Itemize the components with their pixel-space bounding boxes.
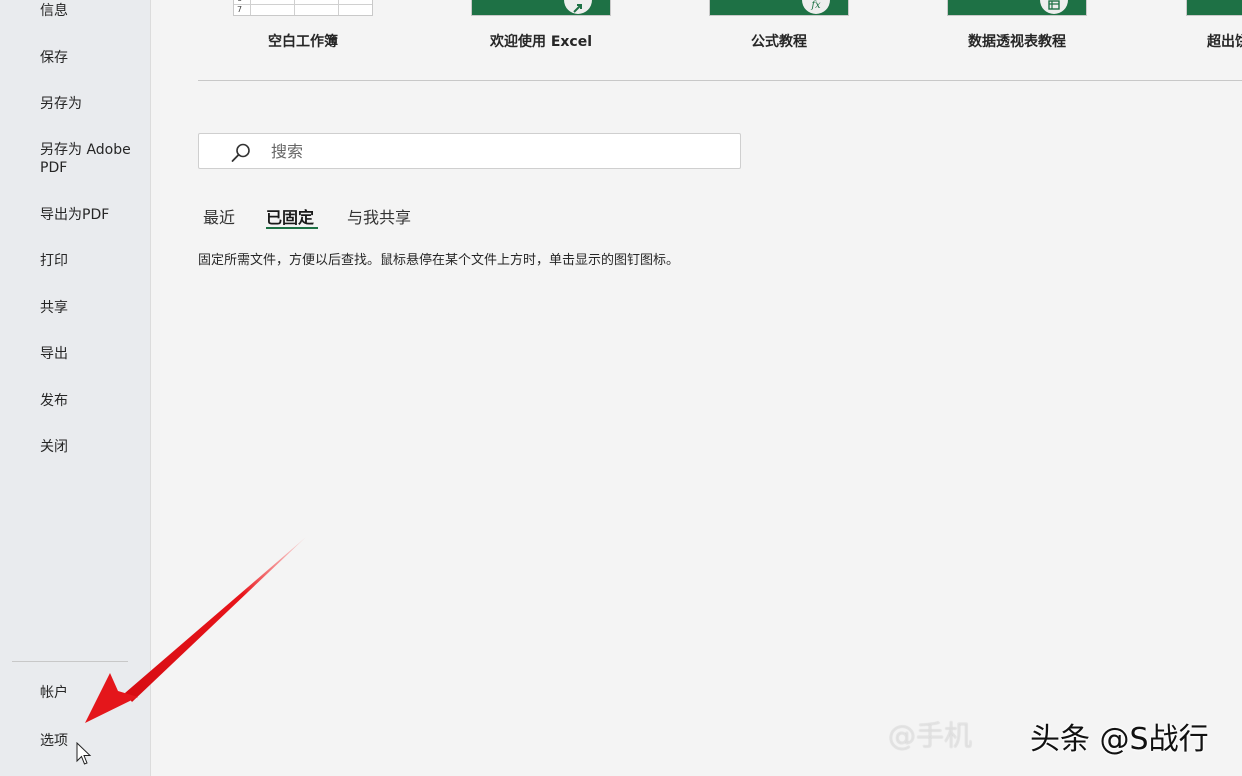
active-tab-indicator [266,227,318,229]
sidebar-item-save-as[interactable]: 另存为 [40,95,145,113]
template-thumbnail [947,0,1087,16]
search-box[interactable] [198,133,741,169]
sidebar-item-export-pdf[interactable]: 导出为PDF [40,206,145,224]
sidebar-item-save[interactable]: 保存 [40,49,145,67]
watermark-faint: @手机 [888,719,973,752]
template-label[interactable]: 数据透视表教程 [947,31,1087,51]
watermark: 头条 @S战行 [1030,722,1209,757]
sidebar-item-close[interactable]: 关闭 [40,438,145,456]
section-divider [198,80,1242,81]
sidebar-item-info[interactable]: 信息 [40,2,145,20]
template-thumbnail: fx [709,0,849,16]
template-thumbnail [471,0,611,16]
tab-recent[interactable]: 最近 [203,204,235,228]
template-label[interactable]: 超出饼 [1186,31,1242,51]
mouse-cursor-icon [76,742,92,765]
sidebar-item-share[interactable]: 共享 [40,299,145,317]
template-label[interactable]: 欢迎使用 Excel [471,31,611,51]
row-number: 6 [237,0,242,3]
template-label[interactable]: 空白工作簿 [233,31,373,51]
tab-shared-with-me[interactable]: 与我共享 [347,204,411,228]
sidebar-item-publish[interactable]: 发布 [40,392,145,410]
sidebar-item-export[interactable]: 导出 [40,345,145,363]
search-input[interactable] [271,140,711,162]
template-thumbnail: 6 7 [233,0,373,16]
red-arrow-annotation [85,537,306,723]
sidebar-item-print[interactable]: 打印 [40,252,145,270]
tab-pinned[interactable]: 已固定 [266,204,314,228]
template-thumbnail [1186,0,1242,16]
pivot-table-icon [1040,0,1068,14]
arrow-icon [564,0,592,14]
template-label[interactable]: 公式教程 [709,31,849,51]
row-number: 7 [237,5,243,14]
fx-icon: fx [802,0,830,14]
sidebar-item-save-as-adobe-pdf[interactable]: 另存为 Adobe PDF [40,141,145,177]
pinned-empty-hint: 固定所需文件，方便以后查找。鼠标悬停在某个文件上方时，单击显示的图钉图标。 [198,253,680,268]
search-icon [231,143,250,162]
